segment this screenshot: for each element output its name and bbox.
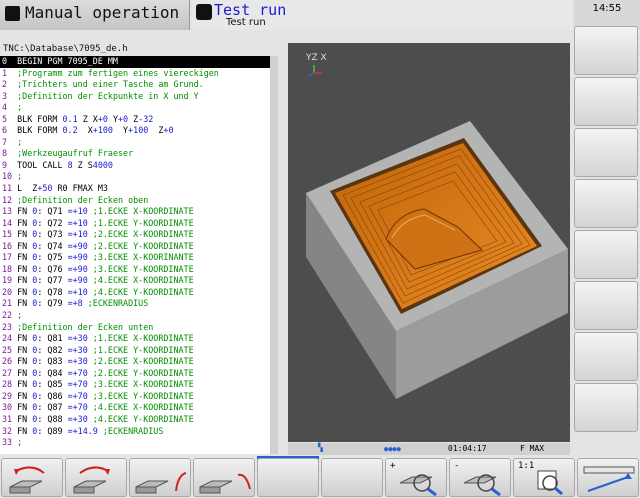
tool-icon: ▚ (318, 443, 323, 452)
program-line[interactable]: 28 FN 0: Q85 =+70 ;3.ECKE X-KOORDINATE (0, 379, 270, 391)
zoom-reset-icon (537, 470, 563, 496)
program-line[interactable]: 30 FN 0: Q87 =+70 ;4.ECKE X-KOORDINATE (0, 402, 270, 414)
softkey-right-1[interactable] (574, 26, 638, 75)
program-line[interactable]: 0 BEGIN PGM 7095_DE MM (0, 56, 270, 68)
zoom-in-icon (399, 474, 437, 497)
program-line[interactable]: 14 FN 0: Q72 =+10 ;1.ECKE Y-KOORDINATE (0, 218, 270, 230)
mode-title: Manual operation (25, 3, 180, 22)
softkey-right-3[interactable] (574, 128, 638, 177)
program-line[interactable]: 1 ;Programm zum fertigen eines viereckig… (0, 68, 270, 80)
program-line[interactable]: 21 FN 0: Q79 =+8 ;ECKENRADIUS (0, 298, 270, 310)
run-subtitle: Test run (226, 17, 266, 28)
program-line[interactable]: 5 BLK FORM 0.1 Z X+0 Y+0 Z-32 (0, 114, 270, 126)
program-line[interactable]: 32 FN 0: Q89 =+14.9 ;ECKENRADIUS (0, 426, 270, 438)
program-line[interactable]: 12 ;Definition der Ecken oben (0, 195, 270, 207)
softkey-right-4[interactable] (574, 179, 638, 228)
program-line[interactable]: 2 ;Trichters und einer Tasche am Grund. (0, 79, 270, 91)
run-time: 01:04:17 (448, 444, 487, 453)
softkey-right-7[interactable] (574, 332, 638, 381)
zoom-out-button[interactable]: - (449, 458, 511, 497)
speed-slider-button[interactable] (577, 458, 639, 497)
softkey-right-6[interactable] (574, 281, 638, 330)
rotate-left-icon (9, 466, 45, 494)
program-line[interactable]: 19 FN 0: Q77 =+90 ;4.ECKE X-KOORDINATE (0, 275, 270, 287)
program-line[interactable]: 13 FN 0: Q71 =+10 ;1.ECKE X-KOORDINATE (0, 206, 270, 218)
softkey-right-5[interactable] (574, 230, 638, 279)
softkey-bottom-empty-2[interactable] (321, 458, 383, 497)
program-line[interactable]: 8 ;Werkzeugaufruf Fraeser (0, 148, 270, 160)
program-line[interactable]: 33 ; (0, 437, 270, 449)
tilt-down-icon (199, 473, 251, 494)
program-line[interactable]: 27 FN 0: Q84 =+70 ;2.ECKE Y-KOORDINATE (0, 368, 270, 380)
softkey-bottom-empty-1[interactable] (257, 458, 319, 497)
softkey-right-8[interactable] (574, 383, 638, 432)
program-listing[interactable]: 0 BEGIN PGM 7095_DE MM 1 ;Programm zum fe… (0, 56, 278, 454)
progress-dots-icon: ●●●● (384, 445, 401, 453)
zoom-out-icon (463, 474, 501, 497)
program-line[interactable]: 15 FN 0: Q73 =+10 ;2.ECKE X-KOORDINATE (0, 229, 270, 241)
program-line[interactable]: 11 L Z+50 R0 FMAX M3 (0, 183, 270, 195)
program-line[interactable]: 25 FN 0: Q82 =+30 ;1.ECKE Y-KOORDINATE (0, 345, 270, 357)
program-line[interactable]: 9 TOOL CALL 8 Z S4000 (0, 160, 270, 172)
simulation-view[interactable]: YZ X (288, 43, 570, 442)
program-line[interactable]: 3 ;Definition der Eckpunkte in X und Y (0, 91, 270, 103)
program-line[interactable]: 7 ; (0, 137, 270, 149)
tilt-up-icon (135, 472, 187, 494)
program-line[interactable]: 18 FN 0: Q76 =+90 ;3.ECKE Y-KOORDINATE (0, 264, 270, 276)
program-line[interactable]: 26 FN 0: Q83 =+30 ;2.ECKE X-KOORDINATE (0, 356, 270, 368)
program-line[interactable]: 20 FN 0: Q78 =+10 ;4.ECKE Y-KOORDINATE (0, 287, 270, 299)
tilt-up-button[interactable] (129, 458, 191, 497)
program-line[interactable]: 10 ; (0, 171, 270, 183)
program-line[interactable]: 24 FN 0: Q81 =+30 ;1.ECKE X-KOORDINATE (0, 333, 270, 345)
program-line[interactable]: 29 FN 0: Q86 =+70 ;3.ECKE Y-KOORDINATE (0, 391, 270, 403)
test-run-icon (196, 4, 212, 20)
speed-slider-icon (583, 466, 635, 492)
program-line[interactable]: 17 FN 0: Q75 =+90 ;3.ECKE X-KOORINANTE (0, 252, 270, 264)
zoom-in-button[interactable]: + (385, 458, 447, 497)
feed-rate: F MAX (520, 444, 545, 453)
softkey-right-2[interactable] (574, 77, 638, 126)
rotate-left-button[interactable] (1, 458, 63, 497)
axis-triad-icon (308, 65, 322, 77)
tilt-down-button[interactable] (193, 458, 255, 497)
program-line[interactable]: 22 ; (0, 310, 270, 322)
program-line[interactable]: 31 FN 0: Q88 =+30 ;4.ECKE Y-KOORDINATE (0, 414, 270, 426)
program-line[interactable]: 6 BLK FORM 0.2 X+100 Y+100 Z+0 (0, 125, 270, 137)
workpiece-render (306, 121, 568, 399)
axis-indicator: YZ X (306, 53, 327, 63)
program-path: TNC:\Database\7095_de.h (3, 44, 128, 54)
manual-mode-icon (5, 6, 20, 21)
status-bar: ▚ ●●●● 01:04:17 F MAX (288, 443, 570, 455)
rotate-right-button[interactable] (65, 458, 127, 497)
program-line[interactable]: 16 FN 0: Q74 =+90 ;2.ECKE Y-KOORDINATE (0, 241, 270, 253)
rotate-right-icon (73, 466, 110, 494)
program-line[interactable]: 4 ; (0, 102, 270, 114)
zoom-reset-button[interactable]: 1:1 (513, 458, 575, 497)
program-line[interactable]: 23 ;Definition der Ecken unten (0, 322, 270, 334)
